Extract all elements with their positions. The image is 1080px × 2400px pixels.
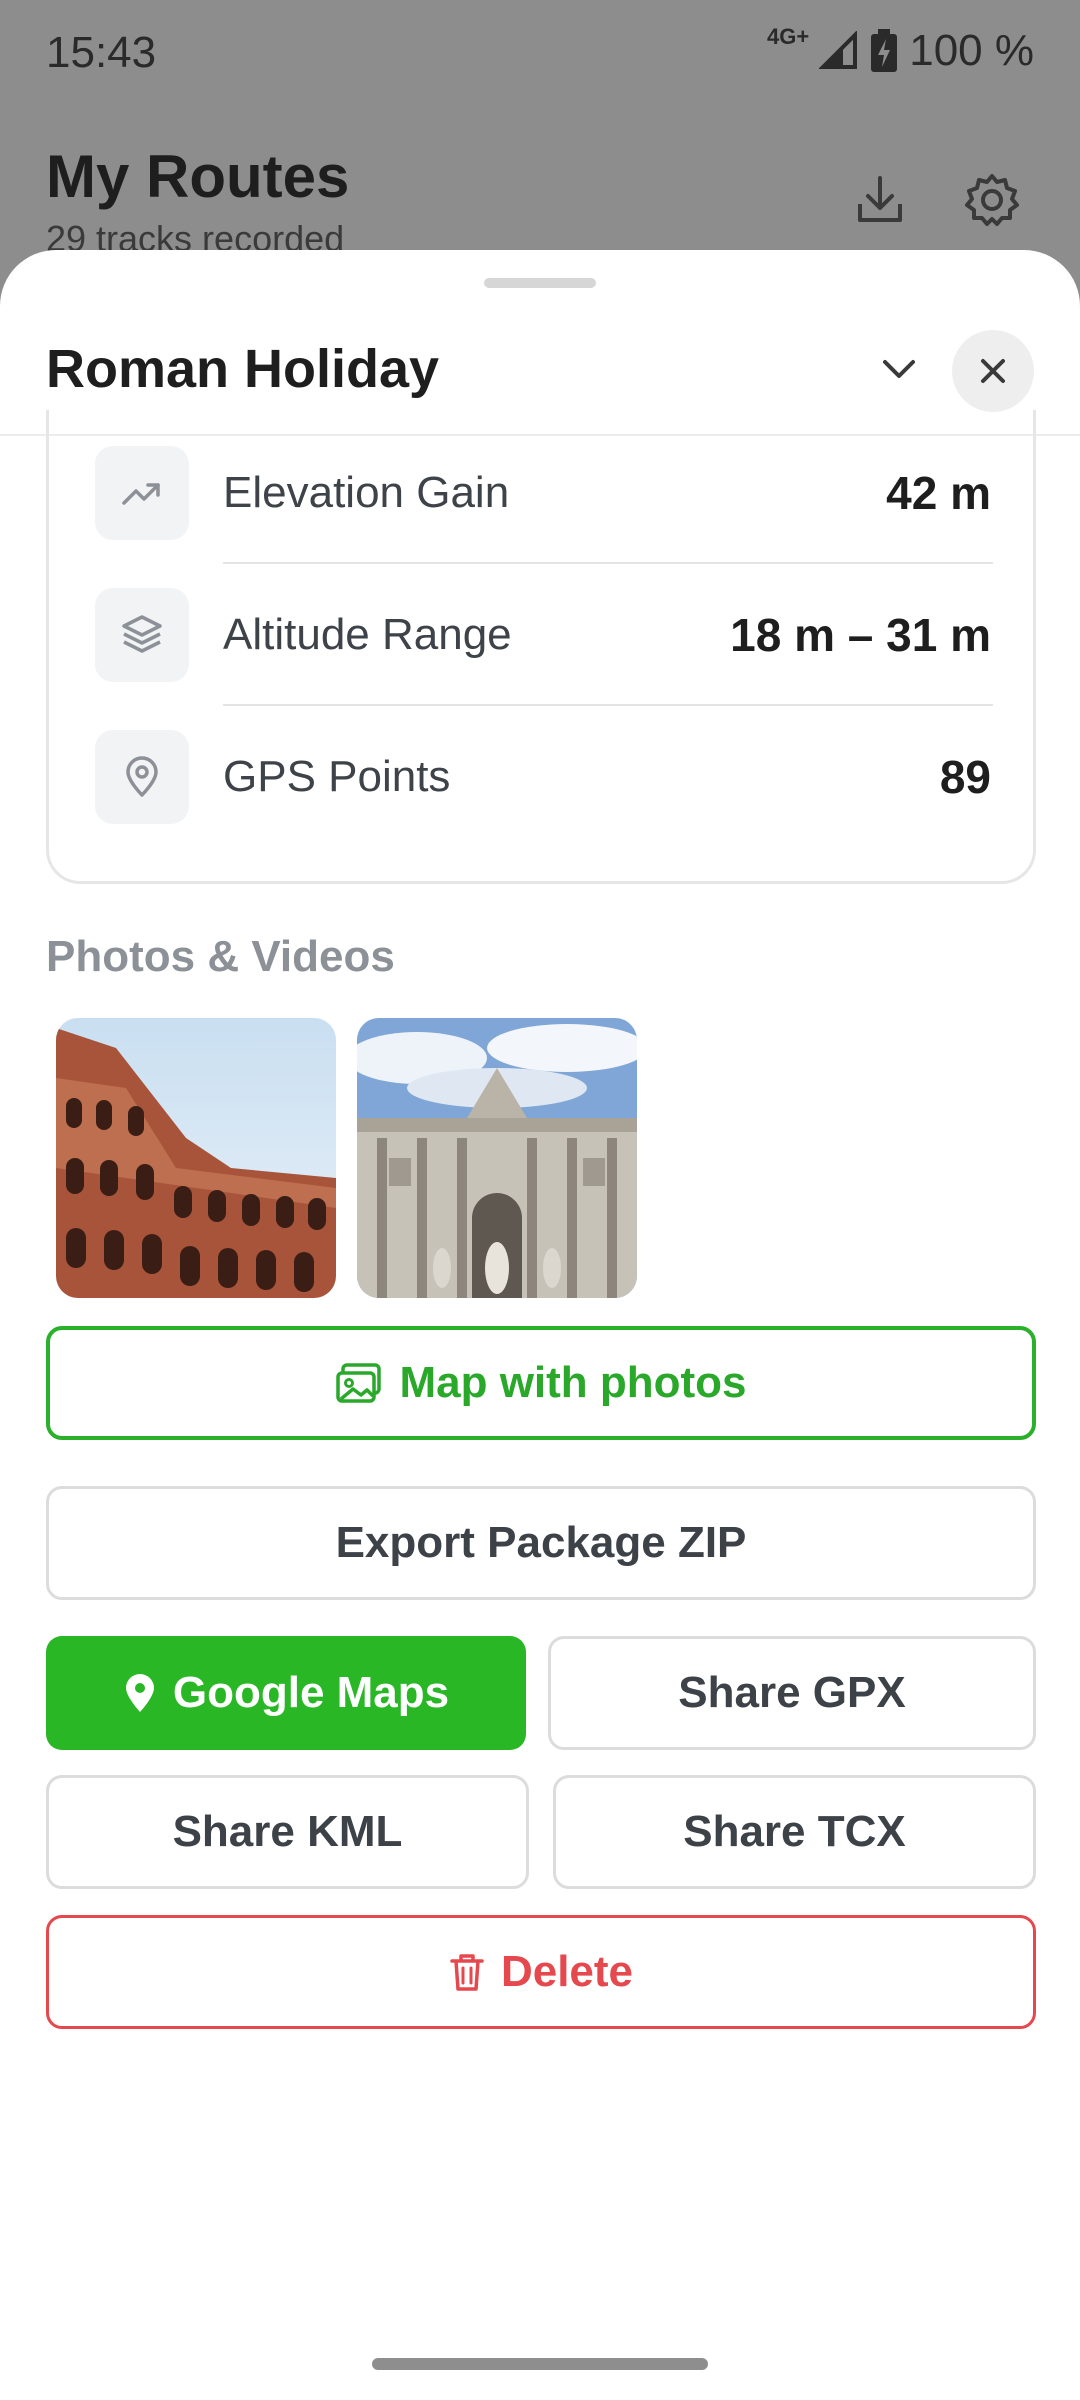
stat-value: 42 m	[886, 467, 991, 519]
map-with-photos-label: Map with photos	[399, 1358, 747, 1407]
share-gpx-button[interactable]: Share GPX	[548, 1636, 1036, 1750]
divider	[223, 704, 993, 706]
status-indicators: 4G+ 100 %	[767, 24, 1034, 76]
share-gpx-label: Share GPX	[678, 1668, 906, 1717]
trash-icon	[450, 1954, 484, 1991]
trevi-fountain-photo[interactable]	[357, 1018, 637, 1298]
google-maps-button[interactable]: Google Maps	[46, 1636, 526, 1750]
status-time: 15:43	[46, 28, 157, 77]
delete-label: Delete	[500, 1947, 634, 1996]
signal-icon	[819, 31, 858, 69]
divider	[223, 562, 993, 564]
gear-icon[interactable]	[962, 170, 1022, 230]
map-pin-icon	[125, 1674, 154, 1712]
drag-handle[interactable]	[484, 278, 596, 288]
stat-value: 89	[939, 751, 991, 803]
colosseum-photo[interactable]	[56, 1018, 336, 1298]
collapse-button[interactable]	[866, 336, 932, 402]
map-with-photos-button[interactable]: Map with photos	[46, 1326, 1036, 1440]
network-type-label: 4G+	[767, 24, 810, 49]
chevron-down-icon	[883, 360, 915, 378]
export-zip-label: Export Package ZIP	[335, 1518, 747, 1567]
stat-label: GPS Points	[223, 752, 451, 801]
media-section-title: Photos & Videos	[46, 932, 395, 981]
location-pin-icon	[95, 730, 189, 824]
layers-icon	[95, 588, 189, 682]
status-bar: 15:43 4G+ 100 %	[0, 0, 1080, 110]
route-detail-sheet: Roman Holiday Elevation Gain 42 m Altitu…	[0, 250, 1080, 2400]
share-kml-button[interactable]: Share KML	[46, 1775, 529, 1889]
download-icon[interactable]	[850, 170, 910, 230]
close-icon	[981, 359, 1005, 383]
stat-value: 18 m – 31 m	[730, 609, 991, 661]
stat-row-gps-points: GPS Points 89	[49, 730, 1039, 872]
share-tcx-label: Share TCX	[683, 1807, 906, 1856]
share-tcx-button[interactable]: Share TCX	[553, 1775, 1036, 1889]
stat-row-elevation-gain: Elevation Gain 42 m	[49, 446, 1039, 588]
share-kml-label: Share KML	[172, 1807, 403, 1856]
battery-icon	[871, 29, 898, 72]
trending-up-icon	[95, 446, 189, 540]
gallery-icon	[336, 1363, 382, 1403]
export-zip-button[interactable]: Export Package ZIP	[46, 1486, 1036, 1600]
stat-label: Elevation Gain	[223, 468, 510, 517]
battery-percent: 100 %	[909, 26, 1034, 75]
screen-title: My Routes	[46, 143, 350, 210]
stat-row-altitude-range: Altitude Range 18 m – 31 m	[49, 588, 1039, 730]
delete-button[interactable]: Delete	[46, 1915, 1036, 2029]
route-title: Roman Holiday	[46, 339, 440, 399]
stats-card: Elevation Gain 42 m Altitude Range 18 m …	[46, 410, 1036, 884]
stat-label: Altitude Range	[223, 610, 512, 659]
close-button[interactable]	[952, 330, 1034, 412]
home-indicator[interactable]	[372, 2358, 708, 2370]
google-maps-label: Google Maps	[172, 1668, 450, 1717]
